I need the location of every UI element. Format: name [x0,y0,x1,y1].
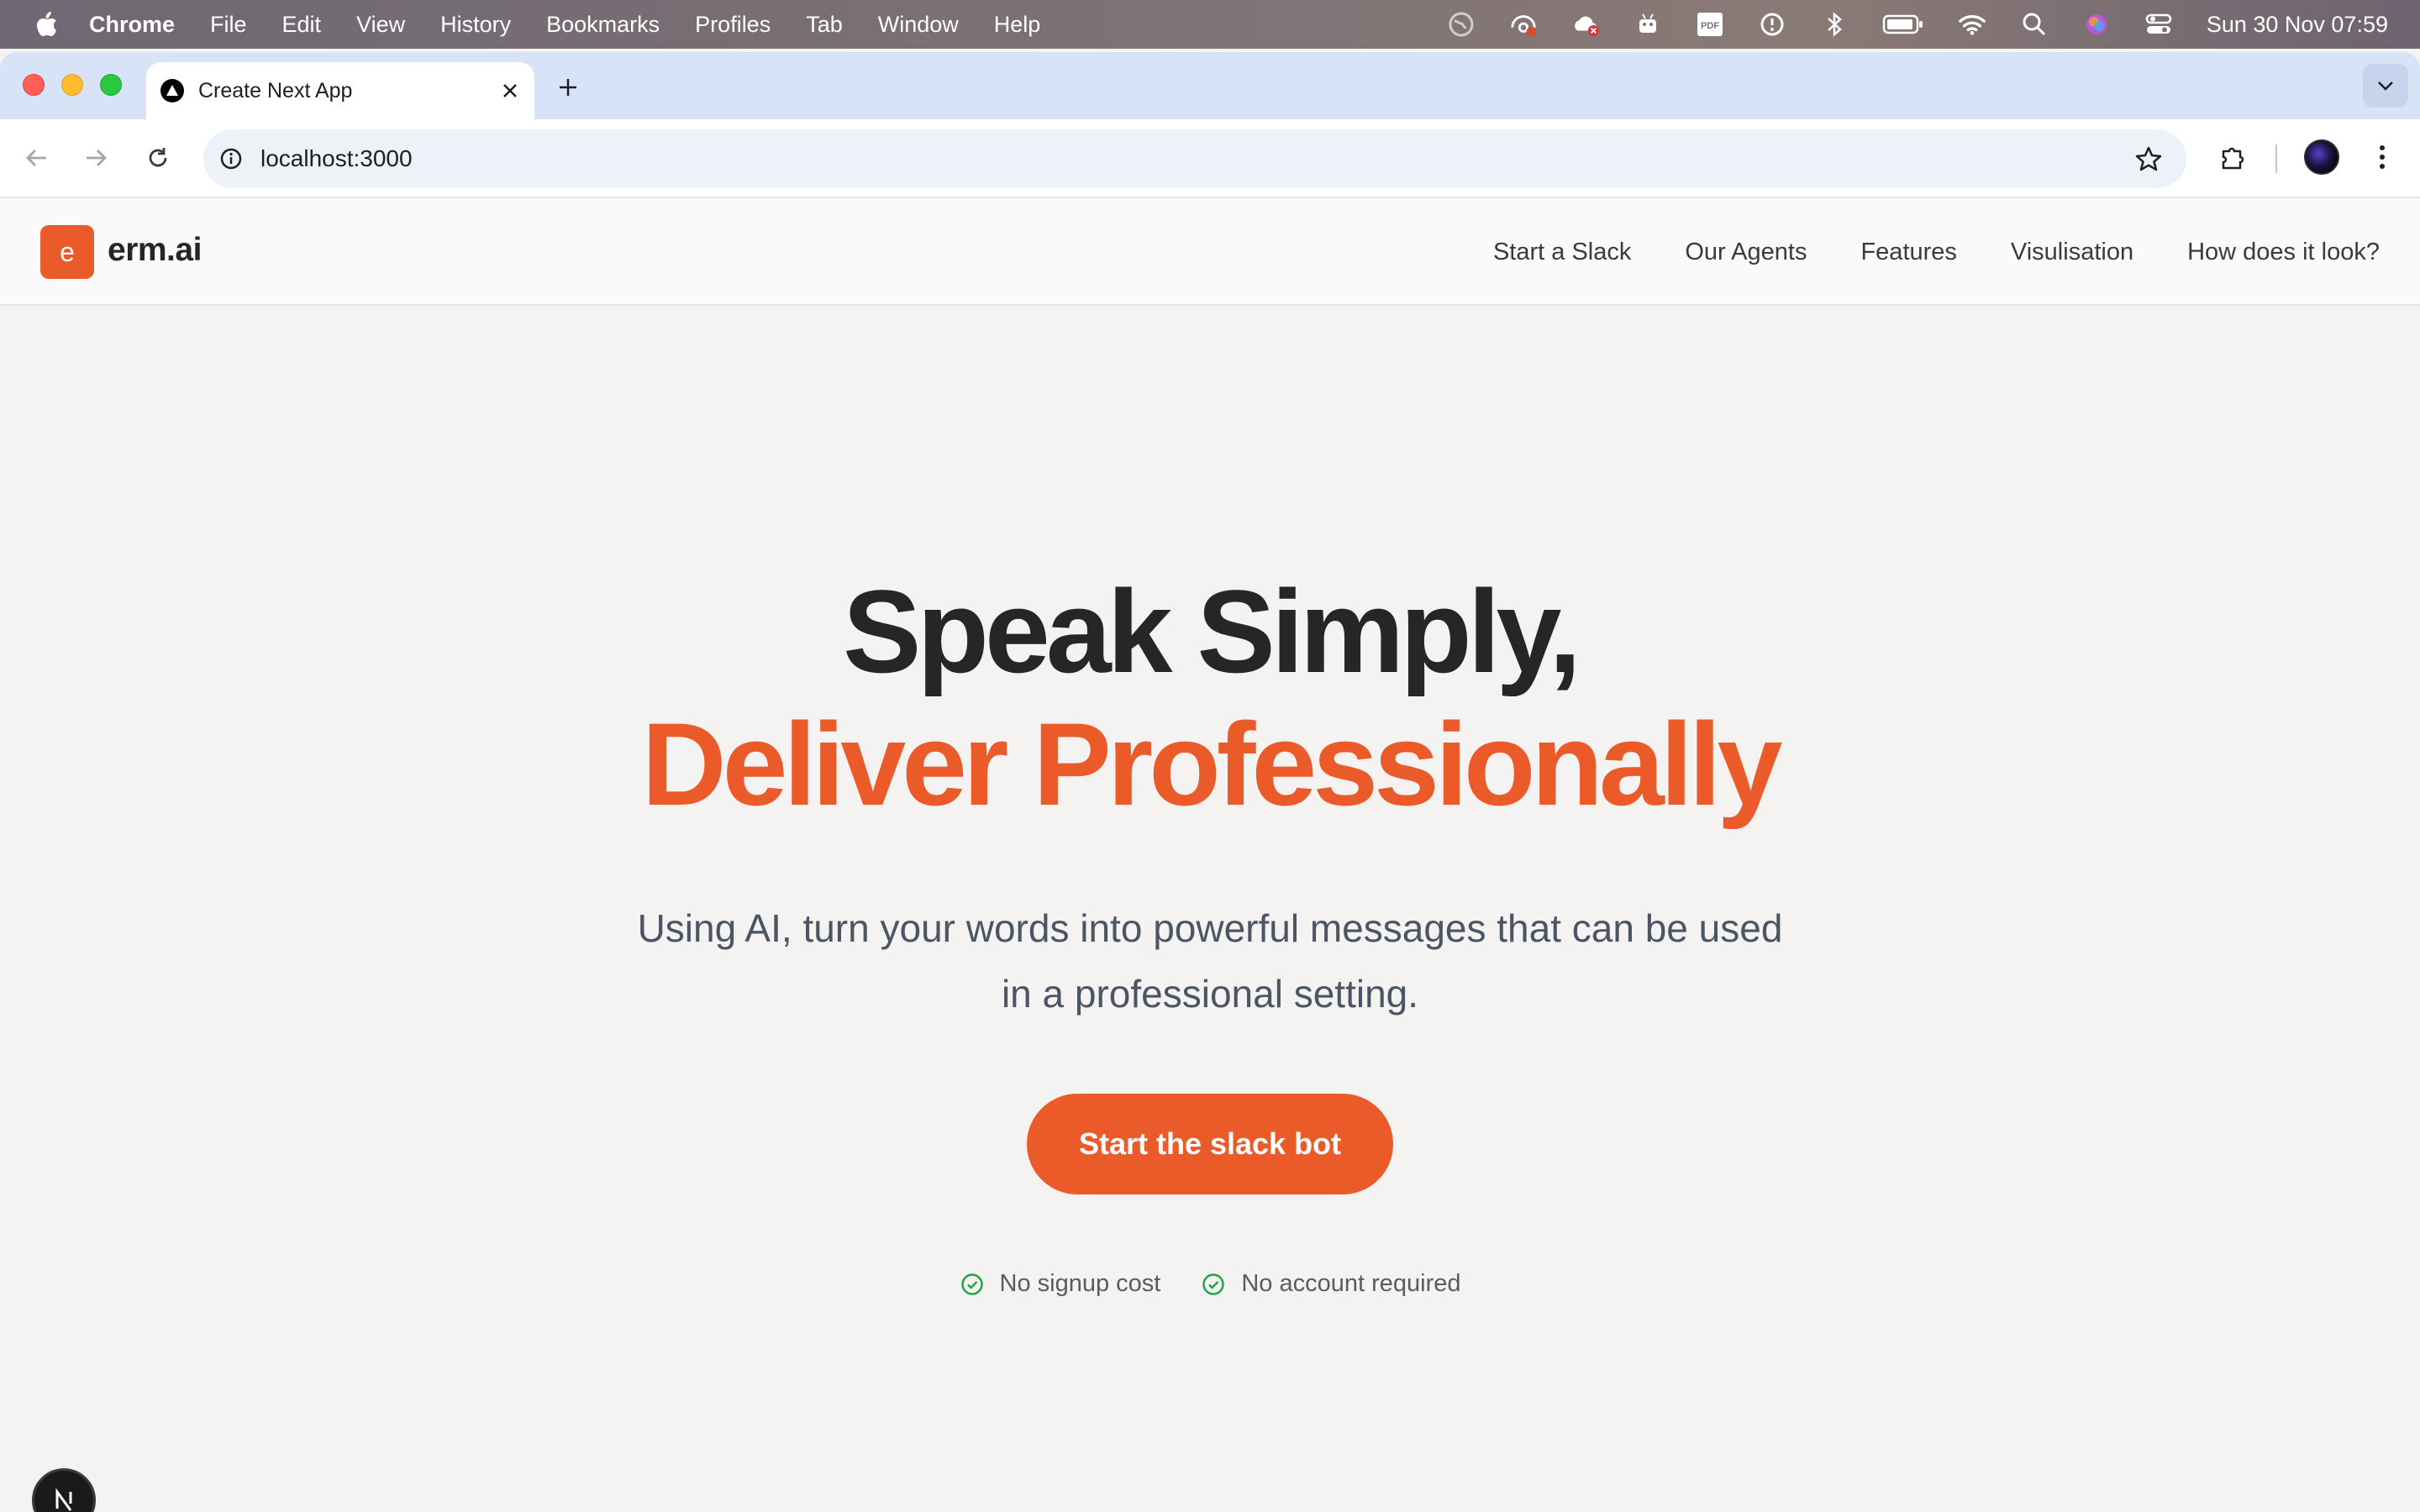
nav-visulisation[interactable]: Visulisation [2011,239,2133,266]
menu-edit[interactable]: Edit [282,12,322,38]
forward-arrow-icon[interactable] [76,138,116,178]
nav-features[interactable]: Features [1860,239,1956,266]
web-page: e erm.ai Start a Slack Our Agents Featur… [0,198,2420,1512]
tab-title: Create Next App [198,78,353,102]
site-header: e erm.ai Start a Slack Our Agents Featur… [0,198,2420,306]
bookmark-star-icon[interactable] [2134,144,2163,173]
menu-history[interactable]: History [440,12,511,38]
menu-view[interactable]: View [356,12,405,38]
back-arrow-icon[interactable] [17,138,57,178]
nav-how-does-it-look[interactable]: How does it look? [2187,239,2380,266]
chrome-menu-kebab-icon[interactable] [2361,136,2403,178]
menu-bar-status-area: PDF Sun 30 Nov 07:59 [1447,0,2388,49]
android-icon[interactable] [1634,10,1662,39]
cloud-sync-error-icon[interactable] [1571,10,1600,39]
logo-mark[interactable]: e [40,225,94,279]
tab-close-icon[interactable] [496,76,524,105]
siri-icon[interactable] [2082,10,2111,39]
close-window-button[interactable] [23,74,45,96]
start-slack-bot-button[interactable]: Start the slack bot [1027,1094,1393,1194]
benefit-label: No signup cost [999,1270,1161,1297]
pdf-icon[interactable]: PDF [1696,10,1724,39]
benefit-item: No account required [1201,1270,1460,1298]
browser-tab-active[interactable]: Create Next App [146,62,534,119]
nav-our-agents[interactable]: Our Agents [1685,239,1807,266]
control-center-icon[interactable] [2144,10,2173,39]
logo-text[interactable]: erm.ai [108,232,202,269]
site-info-icon[interactable] [217,144,245,173]
benefit-label: No account required [1241,1270,1461,1297]
menu-bar-clock[interactable]: Sun 30 Nov 07:59 [2207,12,2388,38]
hero-subtitle: Using AI, turn your words into powerful … [637,906,1783,1016]
profile-avatar[interactable] [2304,139,2339,175]
spotlight-search-icon[interactable] [2020,10,2049,39]
nextjs-dev-tools-icon[interactable] [32,1468,96,1512]
chrome-window: Create Next App localhost:3000 e erm.ai … [0,52,2420,1512]
benefit-item: No signup cost [960,1270,1161,1298]
menu-bookmarks[interactable]: Bookmarks [546,12,660,38]
new-tab-plus-icon[interactable] [551,71,585,104]
minimize-window-button[interactable] [61,74,83,96]
macos-menu-bar: Chrome File Edit View History Bookmarks … [0,0,2420,49]
toolbar-divider [2275,144,2277,173]
reload-icon[interactable] [138,138,178,178]
hero-headline-line-2: Deliver Professionally [641,698,1783,830]
site-nav: Start a Slack Our Agents Features Visuli… [1493,198,2380,306]
menu-profiles[interactable]: Profiles [695,12,771,38]
apple-icon[interactable] [32,10,60,39]
screen-recorder-icon[interactable] [1509,10,1538,39]
extensions-puzzle-icon[interactable] [2212,136,2254,178]
vpn-globe-icon[interactable] [1447,10,1476,39]
check-circle-icon [1201,1272,1226,1297]
menu-app-name[interactable]: Chrome [89,12,175,38]
address-bar[interactable]: localhost:3000 [203,129,2186,188]
benefits-list: No signup cost No account required [0,1270,2420,1298]
hero-headline-line-1: Speak Simply, [843,565,1581,697]
zoom-window-button[interactable] [100,74,122,96]
menu-help[interactable]: Help [994,12,1041,38]
browser-toolbar: localhost:3000 [0,119,2420,198]
tab-search-chevron-icon[interactable] [2363,64,2408,108]
tab-strip: Create Next App [0,52,2420,119]
battery-icon[interactable] [1882,10,1924,39]
menu-window[interactable]: Window [878,12,959,38]
check-circle-icon [960,1272,985,1297]
nav-start-a-slack[interactable]: Start a Slack [1493,239,1631,266]
nextjs-favicon-icon [158,76,187,105]
menu-file[interactable]: File [210,12,247,38]
menu-tab[interactable]: Tab [806,12,843,38]
wifi-icon[interactable] [1958,10,1986,39]
time-machine-icon[interactable] [1758,10,1786,39]
svg-text:PDF: PDF [1701,21,1719,31]
bluetooth-icon[interactable] [1820,10,1849,39]
address-bar-url[interactable]: localhost:3000 [260,145,413,172]
